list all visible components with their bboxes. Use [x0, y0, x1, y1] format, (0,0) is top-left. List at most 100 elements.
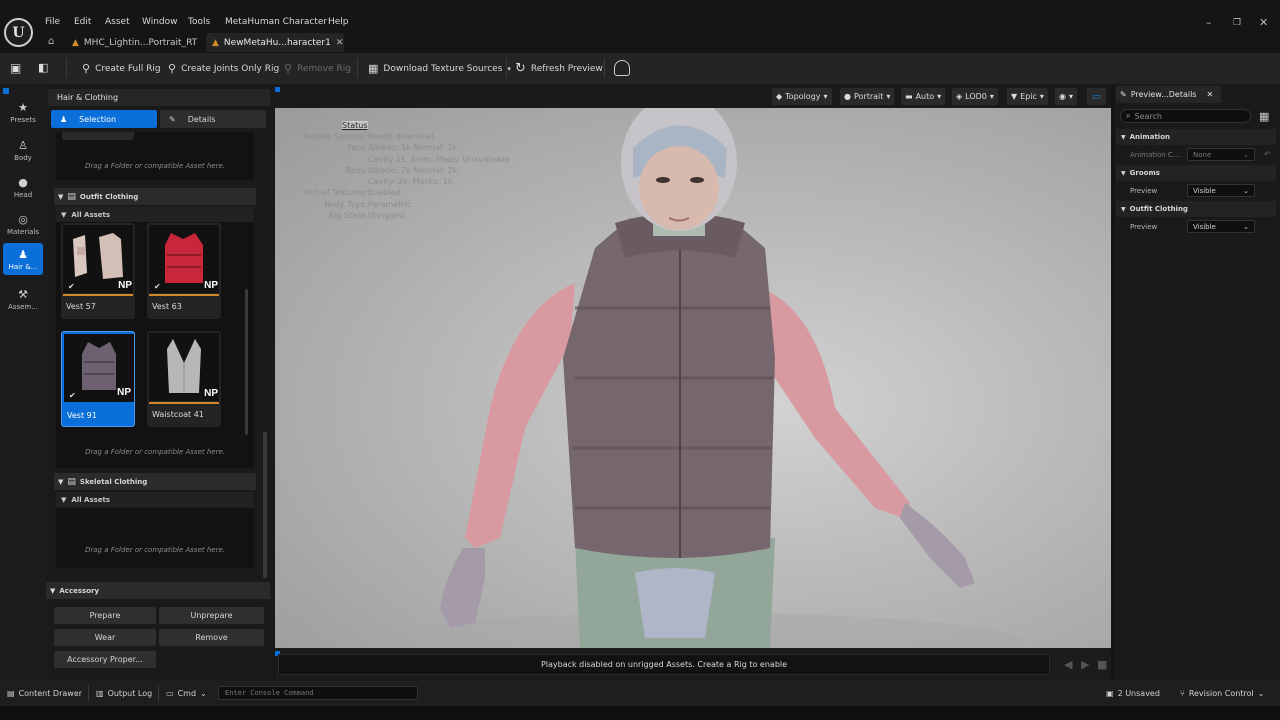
download-texture-sources-button[interactable]: ▦ Download Texture Sources ▾: [368, 53, 511, 84]
remove-rig-button[interactable]: ⚲ Remove Rig: [284, 53, 351, 84]
quality-dropdown[interactable]: ▼ Epic ▾: [1007, 88, 1048, 105]
menu-file[interactable]: File: [45, 17, 60, 27]
wear-button[interactable]: Wear: [54, 629, 156, 646]
animation-section[interactable]: ▼ Animation: [1116, 129, 1276, 145]
remove-button[interactable]: Remove: [159, 629, 264, 646]
topology-dropdown[interactable]: ◆ Topology ▾: [772, 88, 832, 105]
console-input[interactable]: Enter Console Command: [218, 686, 418, 700]
dropdown-value: None: [1193, 150, 1212, 159]
status-labels: Texture Sources: Face: Body: Virtual Tex…: [275, 132, 368, 222]
outfit-all-assets-header[interactable]: ▼ All Assets: [56, 207, 254, 222]
outfit-clothing-header[interactable]: ▼ ▤ Outfit Clothing: [54, 188, 256, 205]
asset-label: Vest 91: [67, 411, 97, 420]
status-label: Face:: [347, 143, 368, 153]
unprepare-button[interactable]: Unprepare: [159, 607, 264, 624]
outfit-scrollbar[interactable]: [245, 289, 248, 435]
browse-icon[interactable]: ◧: [38, 61, 48, 74]
create-joints-only-rig-button[interactable]: ⚲ Create Joints Only Rig: [168, 53, 279, 84]
reset-icon[interactable]: ↶: [1264, 150, 1271, 159]
outfit-preview-dropdown[interactable]: Visible ⌄: [1187, 220, 1255, 233]
tab-selection[interactable]: ♟ Selection: [51, 110, 157, 128]
subheader-label: All Assets: [71, 495, 111, 504]
toolbar-separator: [604, 58, 605, 78]
menu-window[interactable]: Window: [142, 17, 178, 27]
menu-help[interactable]: Help: [328, 17, 349, 27]
minimize-icon[interactable]: –: [1206, 16, 1212, 29]
category-assembly[interactable]: ⚒ Assem...: [3, 283, 43, 315]
toggle-panel-button[interactable]: ▭: [1087, 88, 1106, 105]
visibility-dropdown[interactable]: ◉ ▾: [1055, 88, 1077, 105]
panel-scrollbar[interactable]: [263, 432, 267, 578]
accessory-header[interactable]: ▼ Accessory: [46, 582, 270, 599]
details-search[interactable]: ⌕ Search: [1120, 109, 1251, 123]
chevron-down-icon: ▾: [823, 92, 828, 101]
skeletal-drop-area[interactable]: [56, 508, 254, 568]
asset-tile-vest-63[interactable]: ✔ NP Vest 63: [147, 223, 221, 319]
toolbar-separator: [357, 58, 358, 78]
cmd-dropdown[interactable]: ▭ Cmd ⌄: [166, 680, 207, 706]
portrait-dropdown[interactable]: ● Portrait ▾: [840, 88, 895, 105]
head-icon: ●: [18, 175, 28, 189]
category-hair-clothing[interactable]: ♟ Hair &...: [3, 243, 43, 275]
play-reverse-icon[interactable]: ◀: [1064, 658, 1072, 671]
close-tab-icon[interactable]: ✕: [336, 38, 344, 48]
lod-dropdown[interactable]: ◈ LOD0 ▾: [952, 88, 998, 105]
grooms-preview-dropdown[interactable]: Visible ⌄: [1187, 184, 1255, 197]
unreal-logo-icon[interactable]: U: [4, 18, 33, 47]
restore-icon[interactable]: ❐: [1233, 18, 1241, 28]
quality-label: Epic: [1020, 92, 1037, 101]
save-icon[interactable]: ▣: [10, 61, 21, 75]
status-value: Enabled: [368, 188, 401, 198]
collapse-arrow-icon: ▼: [58, 477, 64, 486]
asset-tile-vest-91[interactable]: ✔ NP Vest 91: [61, 331, 135, 427]
np-badge: NP: [117, 387, 131, 398]
refresh-preview-button[interactable]: ↻ Refresh Preview: [515, 53, 603, 84]
play-icon[interactable]: ▶: [1081, 658, 1089, 671]
grooms-section[interactable]: ▼ Grooms: [1116, 165, 1276, 181]
menu-metahuman-character[interactable]: MetaHuman Character: [225, 17, 327, 27]
unsaved-button[interactable]: ▣ 2 Unsaved: [1106, 680, 1160, 706]
menu-asset[interactable]: Asset: [105, 17, 130, 27]
category-presets[interactable]: ★ Presets: [3, 96, 43, 128]
outfit-clothing-section[interactable]: ▼ Outfit Clothing: [1116, 201, 1276, 217]
tab-label: NewMetaHu...haracter1: [223, 37, 331, 48]
skeletal-all-assets-header[interactable]: ▼ All Assets: [56, 492, 254, 507]
home-icon[interactable]: ⌂: [48, 36, 54, 47]
menu-edit[interactable]: Edit: [74, 17, 91, 27]
menu-tools[interactable]: Tools: [188, 17, 210, 27]
chevron-down-icon: ⌄: [1257, 688, 1265, 698]
animation-dropdown[interactable]: None ⌄: [1187, 148, 1255, 161]
category-head[interactable]: ● Head: [3, 171, 43, 203]
terminal-icon: ▭: [166, 688, 174, 698]
topology-label: Topology: [785, 92, 821, 101]
status-values: Needs download Albedo: 1k Normal: 1k Cav…: [368, 132, 510, 222]
status-label: Body Type:: [324, 199, 368, 209]
tab-label: MHC_Lightin...Portrait_RT: [83, 37, 198, 48]
tab-details[interactable]: ✎ Details: [160, 110, 266, 128]
accessory-properties-button[interactable]: Accessory Proper...: [54, 651, 156, 668]
output-log-button[interactable]: ▥ Output Log: [96, 680, 152, 706]
asset-tile-waistcoat-41[interactable]: NP Waistcoat 41: [147, 331, 221, 427]
prepare-button[interactable]: Prepare: [54, 607, 156, 624]
stop-icon[interactable]: ■: [1097, 658, 1107, 671]
outfit-preview-label: Preview: [1130, 223, 1158, 231]
user-icon[interactable]: [614, 60, 630, 76]
close-tab-icon[interactable]: ✕: [1206, 90, 1213, 99]
search-icon: ⌕: [1126, 111, 1131, 120]
auto-dropdown[interactable]: ▬ Auto ▾: [901, 88, 946, 105]
tab-selection-label: Selection: [79, 114, 117, 124]
topology-icon: ◆: [776, 92, 783, 101]
check-icon: ✔: [68, 282, 75, 291]
skeletal-clothing-header[interactable]: ▼ ▤ Skeletal Clothing: [54, 473, 256, 490]
close-window-icon[interactable]: ✕: [1259, 16, 1268, 29]
create-full-rig-button[interactable]: ⚲ Create Full Rig: [82, 53, 161, 84]
asset-tile-vest-57[interactable]: ✔ NP Vest 57: [61, 223, 135, 319]
category-materials[interactable]: ◎ Materials: [3, 208, 43, 240]
category-body[interactable]: ♙ Body: [3, 134, 43, 166]
revision-control-button[interactable]: ⑂ Revision Control ⌄: [1180, 680, 1264, 706]
details-tab[interactable]: ✎ Preview...Details ✕: [1116, 86, 1221, 103]
tab-lighting-portrait[interactable]: ▲ MHC_Lightin...Portrait_RT: [66, 33, 203, 52]
tab-new-metahuman-character[interactable]: ▲ NewMetaHu...haracter1 ✕: [206, 33, 344, 52]
grid-view-icon[interactable]: ▦: [1259, 110, 1269, 123]
content-drawer-button[interactable]: ▤ Content Drawer: [7, 680, 82, 706]
